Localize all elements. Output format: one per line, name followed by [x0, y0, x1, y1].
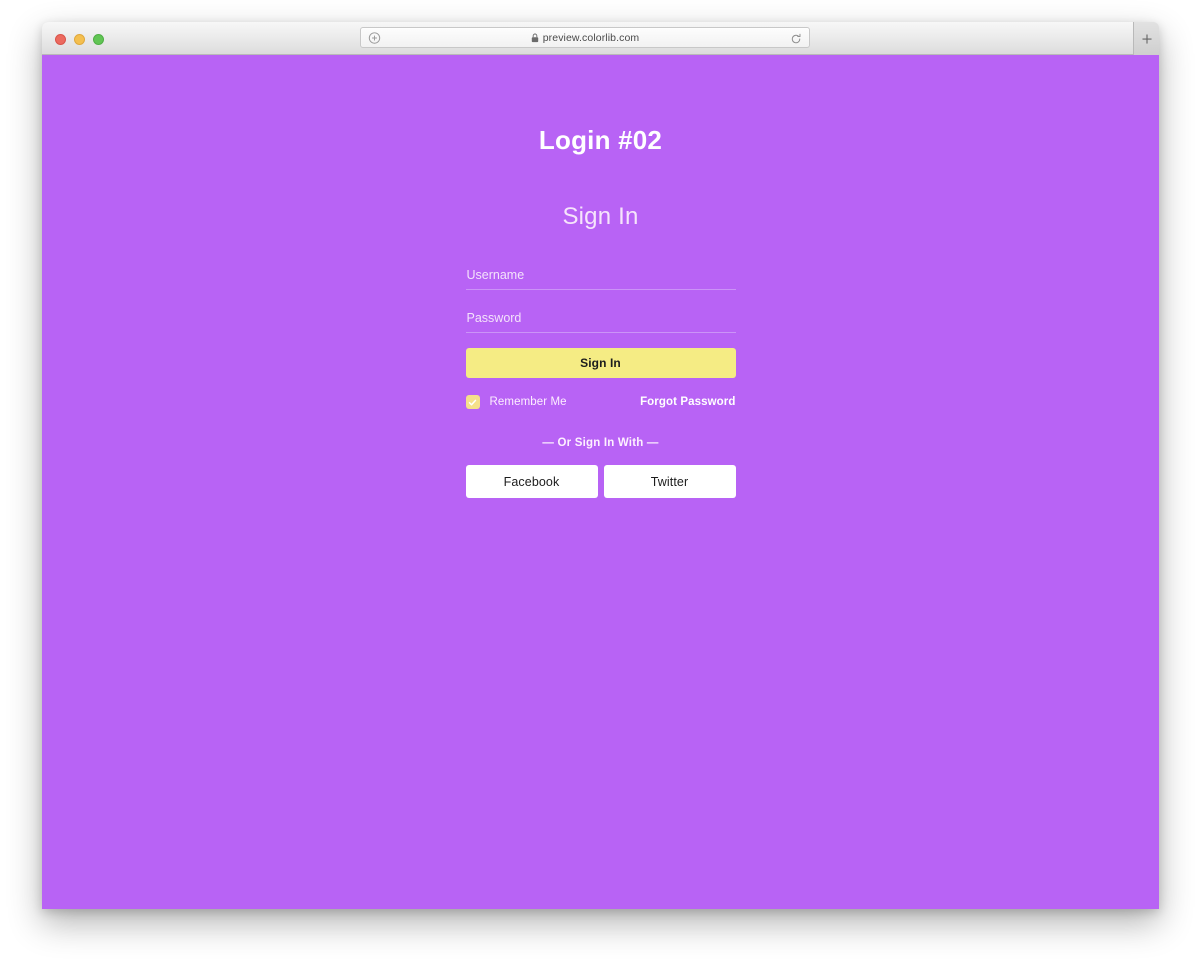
- url-text: preview.colorlib.com: [543, 32, 640, 44]
- check-icon: [468, 398, 477, 407]
- maximize-window-button[interactable]: [93, 34, 104, 45]
- remember-me-checkbox[interactable]: Remember Me: [466, 395, 567, 409]
- remember-me-label: Remember Me: [490, 396, 567, 408]
- checkbox-box[interactable]: [466, 395, 480, 409]
- circle-plus-icon[interactable]: [368, 31, 381, 44]
- address-bar-content: preview.colorlib.com: [361, 32, 809, 44]
- password-input[interactable]: [466, 303, 736, 332]
- password-field[interactable]: [466, 303, 736, 333]
- facebook-sign-in-button[interactable]: Facebook: [466, 465, 598, 498]
- screenshot-root: preview.colorlib.com Login #02: [0, 0, 1200, 972]
- username-input[interactable]: [466, 260, 736, 289]
- twitter-sign-in-button[interactable]: Twitter: [604, 465, 736, 498]
- lock-icon: [531, 33, 539, 43]
- username-field[interactable]: [466, 260, 736, 290]
- minimize-window-button[interactable]: [74, 34, 85, 45]
- page-title: Login #02: [539, 127, 662, 153]
- login-form: Sign In Remember Me Forgot Password: [466, 260, 736, 498]
- reload-icon[interactable]: [790, 32, 802, 44]
- close-window-button[interactable]: [55, 34, 66, 45]
- page-viewport: Login #02 Sign In Sign In: [42, 55, 1159, 909]
- form-options-row: Remember Me Forgot Password: [466, 394, 736, 410]
- social-buttons-row: Facebook Twitter: [466, 465, 736, 498]
- browser-toolbar: preview.colorlib.com: [42, 22, 1159, 55]
- social-divider-label: — Or Sign In With —: [466, 437, 736, 449]
- new-tab-button[interactable]: [1133, 22, 1159, 55]
- sign-in-button[interactable]: Sign In: [466, 348, 736, 378]
- browser-window: preview.colorlib.com Login #02: [42, 22, 1159, 909]
- forgot-password-link[interactable]: Forgot Password: [640, 396, 735, 408]
- address-bar[interactable]: preview.colorlib.com: [360, 27, 810, 48]
- plus-icon: [1141, 33, 1153, 45]
- form-heading: Sign In: [562, 205, 638, 229]
- page-content: Login #02 Sign In Sign In: [42, 55, 1159, 498]
- window-controls: [55, 34, 104, 45]
